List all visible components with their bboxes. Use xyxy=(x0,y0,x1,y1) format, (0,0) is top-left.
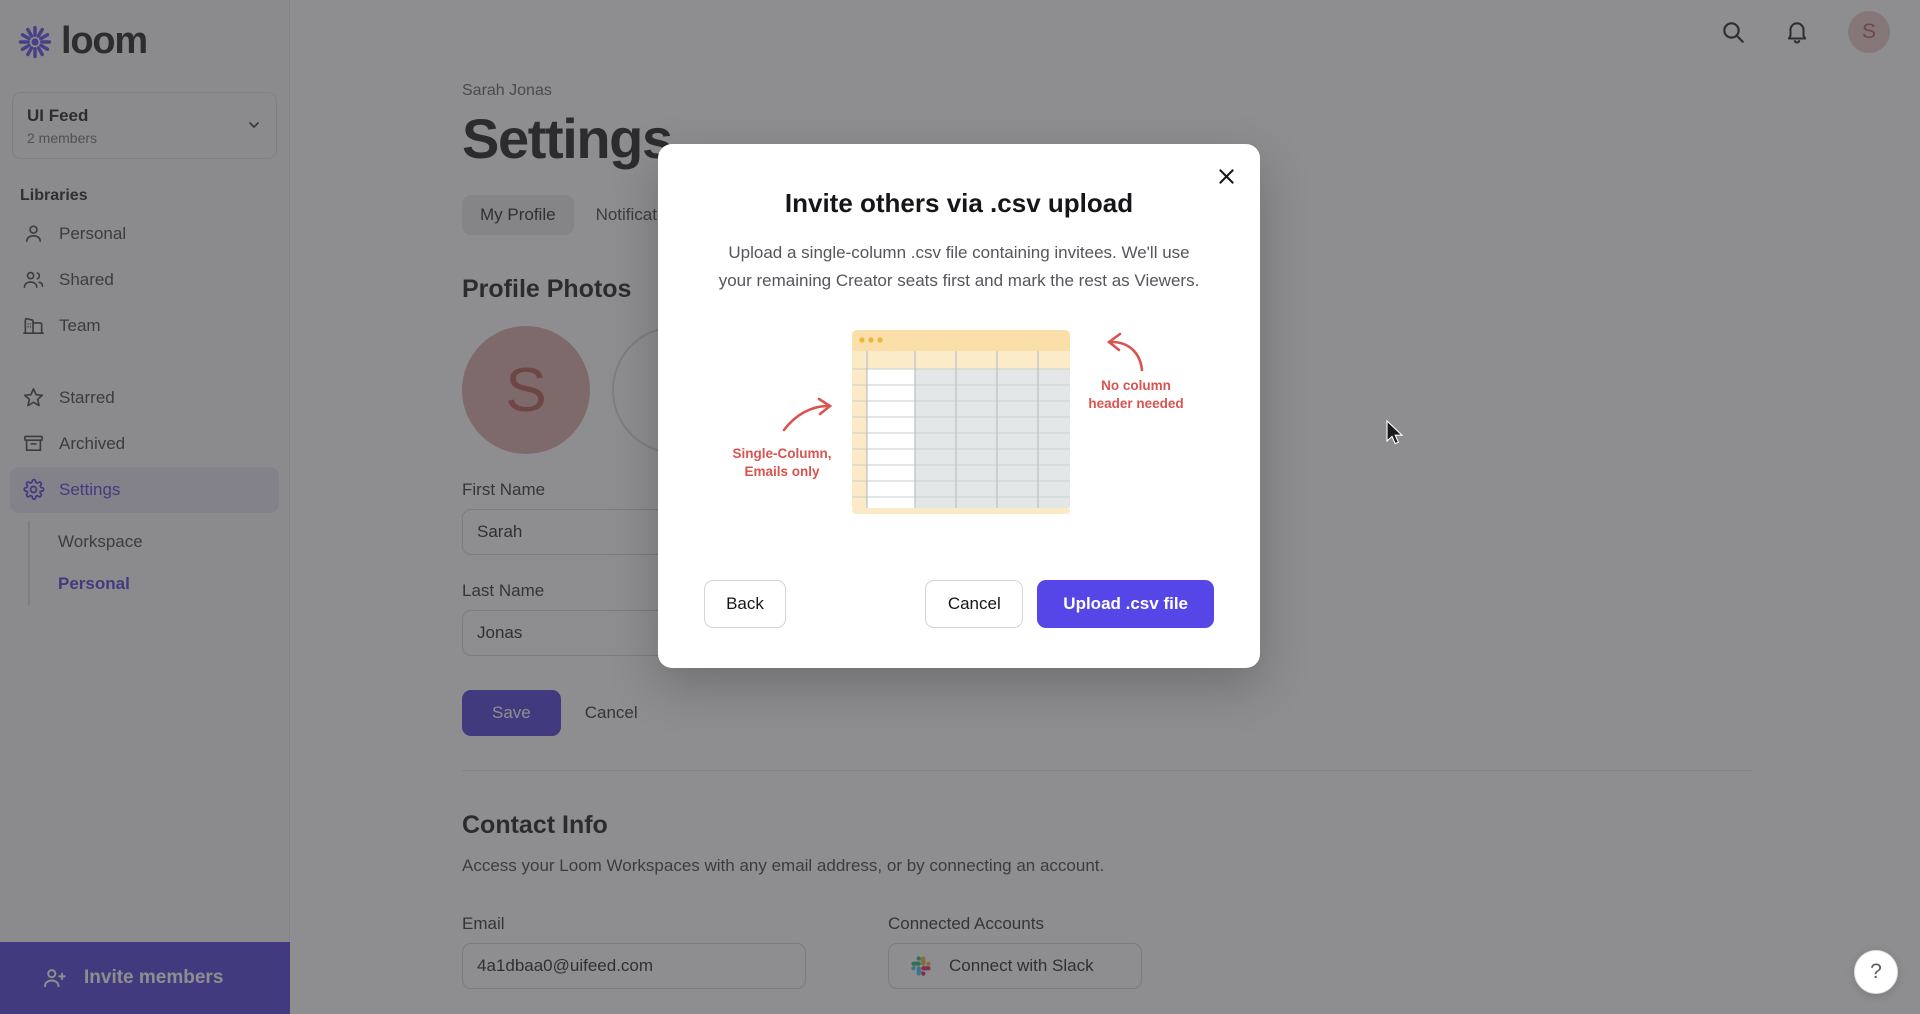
modal-cancel-button[interactable]: Cancel xyxy=(925,580,1024,629)
csv-upload-modal: Invite others via .csv upload Upload a s… xyxy=(658,144,1260,669)
modal-primary-actions: Cancel Upload .csv file xyxy=(925,580,1214,629)
close-icon[interactable] xyxy=(1212,162,1240,190)
right-annotation-line1: No column xyxy=(1101,378,1171,393)
back-button[interactable]: Back xyxy=(704,580,786,629)
modal-title: Invite others via .csv upload xyxy=(784,188,1134,218)
left-annotation-line1: Single-Column, xyxy=(733,446,832,461)
modal-description: Upload a single-column .csv file contain… xyxy=(718,243,1200,290)
right-annotation-line2: header needed xyxy=(1088,396,1183,411)
help-button[interactable]: ? xyxy=(1854,950,1898,994)
app-root: loom UI Feed 2 members Libraries Persona… xyxy=(0,0,1920,1014)
left-annotation-line2: Emails only xyxy=(744,464,820,479)
modal-footer: Back Cancel Upload .csv file xyxy=(704,580,1214,629)
csv-illustration: Single-Column, Emails only No column hea… xyxy=(704,322,1214,542)
csv-illustration-svg: Single-Column, Emails only No column hea… xyxy=(733,330,1184,515)
upload-csv-button[interactable]: Upload .csv file xyxy=(1037,580,1214,629)
